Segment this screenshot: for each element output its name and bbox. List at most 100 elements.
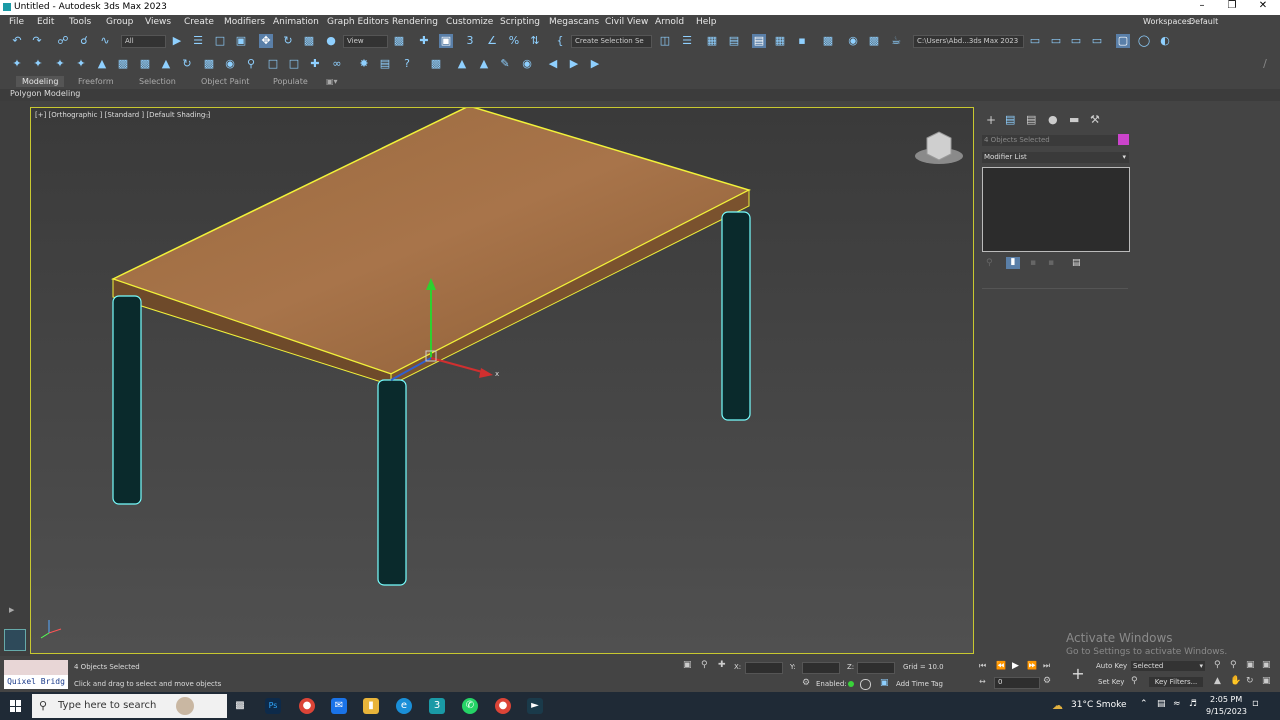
show-end-result-icon[interactable]: ▮	[1006, 257, 1020, 269]
menu-group[interactable]: Group	[106, 17, 133, 27]
menu-graph-editors[interactable]: Graph Editors	[327, 17, 389, 27]
time-tag-icon[interactable]: ▣	[880, 678, 889, 688]
angle-snap-icon[interactable]: ∠	[485, 34, 499, 48]
play-icon[interactable]: ▶	[1012, 661, 1019, 671]
photoshop-icon[interactable]: Ps	[265, 698, 281, 714]
menu-customize[interactable]: Customize	[446, 17, 493, 27]
schematic-view-icon[interactable]: ▪	[795, 34, 809, 48]
named-selection-dropdown[interactable]: Create Selection Se	[571, 35, 652, 48]
configure-modifier-sets-icon[interactable]: ▤	[1072, 258, 1081, 268]
select-by-name-icon[interactable]: ☰	[191, 34, 205, 48]
layer-explorer-icon[interactable]: ▤	[727, 34, 741, 48]
restore-button[interactable]: ❐	[1217, 0, 1247, 11]
tool-19-icon[interactable]: ▩	[429, 57, 443, 71]
redo-icon[interactable]: ↷	[30, 34, 44, 48]
tool-25-icon[interactable]: ▶	[567, 57, 581, 71]
tool-9-icon[interactable]: ↻	[180, 57, 194, 71]
mirror-icon[interactable]: ◫	[658, 34, 672, 48]
menu-tools[interactable]: Tools	[69, 17, 91, 27]
wifi-icon[interactable]: ≈	[1173, 699, 1181, 709]
hierarchy-tab-icon[interactable]: ▤	[1026, 113, 1036, 126]
y-coordinate-field[interactable]	[802, 662, 840, 674]
menu-scripting[interactable]: Scripting	[500, 17, 540, 27]
workspaces-dropdown[interactable]: Default	[1189, 17, 1218, 26]
render-setup-icon[interactable]: ◉	[846, 34, 860, 48]
task-view-icon[interactable]: ▩	[232, 698, 248, 714]
tool-24-icon[interactable]: ◀	[546, 57, 560, 71]
zoom-icon[interactable]: ⚲	[1214, 660, 1221, 670]
tool-11-icon[interactable]: ◉	[223, 57, 237, 71]
menu-file[interactable]: File	[9, 17, 24, 27]
rect-selection-icon[interactable]: □	[213, 34, 227, 48]
chrome-icon[interactable]: ●	[299, 698, 315, 714]
clock-date[interactable]: 9/15/2023	[1206, 707, 1247, 716]
whatsapp-icon[interactable]: ✆	[462, 698, 478, 714]
polygon-modeling-label[interactable]: Polygon Modeling	[10, 89, 80, 98]
key-filters-icon[interactable]: ⚲	[1131, 676, 1138, 686]
window-crossing-icon[interactable]: ▣	[234, 34, 248, 48]
tool-13-icon[interactable]: □	[266, 57, 280, 71]
objects-selected-field[interactable]: 4 Objects Selected	[982, 135, 1118, 146]
network-icon[interactable]: ▤	[1157, 699, 1166, 709]
orbit-icon[interactable]: ↻	[1246, 676, 1254, 686]
tool-14-icon[interactable]: □	[287, 57, 301, 71]
enabled-dot[interactable]	[848, 681, 854, 687]
undo-icon[interactable]: ↶	[10, 34, 24, 48]
table-leg-front[interactable]	[377, 379, 407, 586]
reference-coordinate-dropdown[interactable]: View	[343, 35, 388, 48]
modifier-stack[interactable]	[982, 167, 1130, 252]
tool-3-icon[interactable]: ✦	[53, 57, 67, 71]
pivot-icon[interactable]: ▩	[392, 34, 406, 48]
file-explorer-icon[interactable]: ▮	[363, 698, 379, 714]
move-icon[interactable]: ✥	[259, 34, 273, 48]
menu-help[interactable]: Help	[696, 17, 717, 27]
manipulate-icon[interactable]: ✚	[417, 34, 431, 48]
menu-animation[interactable]: Animation	[273, 17, 319, 27]
tool-5-icon[interactable]: ▲	[95, 57, 109, 71]
tool-20-icon[interactable]: ▲	[455, 57, 469, 71]
help-icon[interactable]: ?	[400, 57, 414, 71]
quixel-bridge-button[interactable]: Quixel Bridg	[4, 675, 68, 689]
tab-populate[interactable]: Populate	[273, 77, 308, 86]
tool-26-icon[interactable]: ▶	[588, 57, 602, 71]
menu-rendering[interactable]: Rendering	[392, 17, 438, 27]
tool-17-icon[interactable]: ✸	[357, 57, 371, 71]
tool-22-icon[interactable]: ✎	[498, 57, 512, 71]
selected-dropdown[interactable]: Selected ▾	[1131, 661, 1205, 671]
rendered-frame-window-icon[interactable]: ▩	[867, 34, 881, 48]
clock-time[interactable]: 2:05 PM	[1210, 695, 1242, 704]
maxscript-listener-field[interactable]	[4, 660, 68, 675]
menu-edit[interactable]: Edit	[37, 17, 54, 27]
align-icon[interactable]: ☰	[680, 34, 694, 48]
arnold-render-icon[interactable]: ◐	[1158, 34, 1172, 48]
save-icon[interactable]: ▭	[1049, 34, 1063, 48]
pin-stack-icon[interactable]: ⚲	[986, 258, 993, 268]
tool-23-icon[interactable]: ◉	[520, 57, 534, 71]
create-tab-icon[interactable]: +	[986, 113, 996, 127]
pan-icon[interactable]: ✋	[1230, 676, 1241, 686]
time-config-icon[interactable]: ⚙	[1043, 676, 1051, 686]
auto-key-button[interactable]: Auto Key	[1096, 662, 1127, 670]
menu-modifiers[interactable]: Modifiers	[224, 17, 265, 27]
zoom-extents-all-icon[interactable]: ▣	[1262, 660, 1271, 670]
absolute-mode-icon[interactable]: ✚	[718, 660, 726, 670]
go-to-end-icon[interactable]: ⏭	[1043, 661, 1050, 671]
go-to-start-icon[interactable]: ⏮	[979, 661, 986, 671]
snaps-toggle-icon[interactable]: 3	[463, 34, 477, 48]
project-folder-dropdown[interactable]: C:\Users\Abd...3ds Max 2023	[913, 35, 1024, 48]
tab-freeform[interactable]: Freeform	[78, 77, 114, 86]
selection-filter-dropdown[interactable]: All	[121, 35, 166, 48]
current-frame-field[interactable]: 0	[994, 677, 1040, 689]
tool-18-icon[interactable]: ▤	[378, 57, 392, 71]
maximize-viewport-icon[interactable]: ▣	[1262, 676, 1271, 686]
viewport-thumbnail-icon[interactable]	[4, 629, 26, 651]
windows-start-icon[interactable]	[10, 700, 22, 712]
viewport-layout-icon[interactable]: ▢	[1116, 34, 1130, 48]
menu-create[interactable]: Create	[184, 17, 214, 27]
tab-object-paint[interactable]: Object Paint	[201, 77, 249, 86]
display-tab-icon[interactable]: ▬	[1069, 113, 1079, 126]
table-leg-right[interactable]	[721, 211, 751, 421]
export-icon[interactable]: ▭	[1090, 34, 1104, 48]
3dsmax-icon[interactable]: 3	[429, 698, 445, 714]
ribbon-toggle-icon[interactable]: ▤	[752, 34, 766, 48]
